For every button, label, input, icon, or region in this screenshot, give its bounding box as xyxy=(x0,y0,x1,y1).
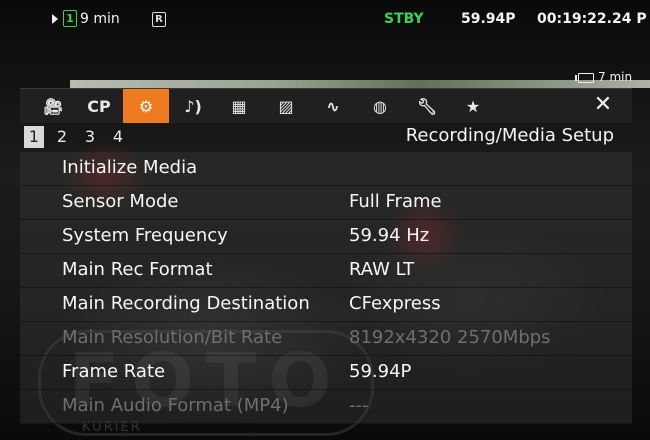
remote-icon: R xyxy=(152,12,166,27)
menu-item-value: 8192x4320 2570Mbps xyxy=(349,327,551,348)
menu-item-label: Frame Rate xyxy=(62,361,166,382)
menu-tab-bar: 🎥︎ CP ⚙︎ ♪) ▦ ▨ ∿ ◍ 🔧︎ ★ xyxy=(20,88,632,123)
tab-star-icon[interactable]: ★ xyxy=(450,89,496,123)
menu-item-label: Main Recording Destination xyxy=(62,293,310,314)
close-button[interactable]: ✕ xyxy=(590,90,616,120)
menu-item[interactable]: System Frequency 59.94 Hz xyxy=(20,220,632,254)
menu-item-label: Initialize Media xyxy=(62,157,198,178)
battery-indicator: 7 min xyxy=(575,70,633,84)
tab-picture-icon[interactable]: ▨ xyxy=(263,89,309,123)
menu-item: Main Resolution/Bit Rate 8192x4320 2570Mb… xyxy=(20,322,632,356)
cp-icon: CP xyxy=(87,96,111,116)
page-4-button[interactable]: 4 xyxy=(108,126,128,148)
status-bar: 1 9 min R STBY 59.94P 00:19:22.24 P xyxy=(0,0,650,38)
page-2-button[interactable]: 2 xyxy=(52,126,72,148)
menu-item-label: Main Audio Format (MP4) xyxy=(62,395,289,416)
page-3-button[interactable]: 3 xyxy=(80,126,100,148)
menu-item[interactable]: Frame Rate 59.94P xyxy=(20,356,632,390)
record-state: STBY xyxy=(384,11,424,27)
play-icon xyxy=(52,14,58,24)
tab-recording-media-icon[interactable]: ⚙︎ xyxy=(123,89,169,123)
live-view-strip xyxy=(70,80,650,88)
monitor-icon: ▦ xyxy=(231,96,247,116)
menu-item-value: 59.94 Hz xyxy=(349,225,430,246)
tab-wrench-icon[interactable]: 🔧︎ xyxy=(404,89,450,123)
page-selector-row: Recording/Media Setup 1234 xyxy=(20,122,632,152)
system-icon: ◍ xyxy=(373,96,387,116)
recording-media-icon: ⚙︎ xyxy=(138,96,154,116)
menu-item-label: Main Resolution/Bit Rate xyxy=(62,327,283,348)
menu-item[interactable]: Sensor Mode Full Frame xyxy=(20,186,632,220)
waveform-icon: ∿ xyxy=(326,96,340,116)
audio-icon: ♪) xyxy=(184,96,202,116)
tab-cp-icon[interactable]: CP xyxy=(76,89,122,123)
menu-item-label: System Frequency xyxy=(62,225,228,246)
menu-panel: 🎥︎ CP ⚙︎ ♪) ▦ ▨ ∿ ◍ 🔧︎ ★ ✕ Recording/Media Setup … xyxy=(20,88,632,424)
menu-item-label: Sensor Mode xyxy=(62,191,179,212)
page-1-button[interactable]: 1 xyxy=(24,126,44,148)
menu-item-value: --- xyxy=(349,395,369,416)
menu-item-value: Full Frame xyxy=(349,191,442,212)
tab-camera-icon[interactable]: 🎥︎ xyxy=(30,89,76,123)
menu-item[interactable]: Main Rec Format RAW LT xyxy=(20,254,632,288)
tab-monitor-icon[interactable]: ▦ xyxy=(216,89,262,123)
tab-system-icon[interactable]: ◍ xyxy=(357,89,403,123)
tab-waveform-icon[interactable]: ∿ xyxy=(310,89,356,123)
menu-list: Initialize Media Sensor Mode Full Frame Sys… xyxy=(20,152,632,424)
menu-item-value: CFexpress xyxy=(349,293,441,314)
menu-item: Main Audio Format (MP4) --- xyxy=(20,390,632,424)
menu-item-value: 59.94P xyxy=(349,361,412,382)
picture-icon: ▨ xyxy=(278,96,294,116)
battery-icon xyxy=(575,72,594,83)
slot-remaining-time: 9 min xyxy=(80,11,120,27)
tab-audio-icon[interactable]: ♪) xyxy=(170,89,216,123)
battery-remaining: 7 min xyxy=(598,70,633,84)
media-slot-icon: 1 xyxy=(63,10,77,27)
menu-item-value: RAW LT xyxy=(349,259,415,280)
star-icon: ★ xyxy=(465,96,481,116)
menu-item-label: Main Rec Format xyxy=(62,259,213,280)
menu-item[interactable]: Main Recording Destination CFexpress xyxy=(20,288,632,322)
wrench-icon: 🔧︎ xyxy=(416,96,438,116)
frame-rate-status: 59.94P xyxy=(461,11,516,27)
menu-item[interactable]: Initialize Media xyxy=(20,152,632,186)
timecode: 00:19:22.24 P xyxy=(537,11,647,27)
camera-icon: 🎥︎ xyxy=(42,96,64,116)
menu-title: Recording/Media Setup xyxy=(405,125,614,146)
